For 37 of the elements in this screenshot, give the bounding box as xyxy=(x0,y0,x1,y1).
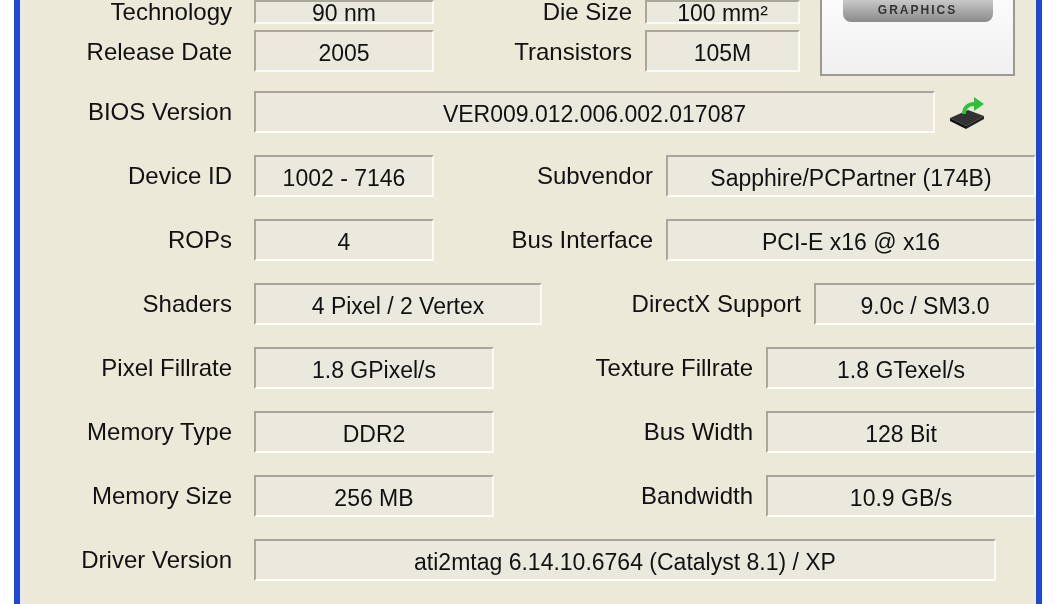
value-field: PCI-E x16 @ x16 xyxy=(666,219,1036,261)
field-label: Bus Interface xyxy=(510,226,654,254)
value-field: 4 xyxy=(254,219,434,261)
field-label: Shaders xyxy=(141,290,232,318)
value-field: VER009.012.006.002.017087 xyxy=(254,91,935,133)
value-field: 9.0c / SM3.0 xyxy=(814,283,1036,325)
value-field: 105M xyxy=(645,30,800,72)
field-label: Texture Fillrate xyxy=(594,354,754,382)
field-label: Bandwidth xyxy=(639,482,754,510)
field-label: DirectX Support xyxy=(630,290,802,318)
value-field: 1.8 GTexel/s xyxy=(766,347,1036,389)
field-label: Device ID xyxy=(126,162,232,190)
field-label: Subvendor xyxy=(535,162,654,190)
field-label: Pixel Fillrate xyxy=(100,354,232,382)
field-label: Release Date xyxy=(85,37,232,67)
field-label: Bus Width xyxy=(642,418,754,446)
field-label: Die Size xyxy=(541,0,633,24)
value-field: 2005 xyxy=(254,30,434,72)
value-field: 256 MB xyxy=(254,475,494,517)
field-label: Memory Size xyxy=(90,482,232,510)
value-field: ati2mtag 6.14.10.6764 (Catalyst 8.1) / XP xyxy=(254,539,996,581)
value-field: 90 nm xyxy=(254,0,434,24)
value-field: 100 mm² xyxy=(645,0,800,24)
logo-badge: GRAPHICS xyxy=(842,0,993,22)
value-field: 128 Bit xyxy=(766,411,1036,453)
value-field: 10.9 GB/s xyxy=(766,475,1036,517)
value-field: DDR2 xyxy=(254,411,494,453)
field-label: Memory Type xyxy=(86,418,232,446)
value-field: 1002 - 7146 xyxy=(254,155,434,197)
field-label: Driver Version xyxy=(80,546,232,574)
value-field: 1.8 GPixel/s xyxy=(254,347,494,389)
field-label: Technology xyxy=(109,0,232,24)
value-field: Sapphire/PCPartner (174B) xyxy=(666,155,1036,197)
value-field: 4 Pixel / 2 Vertex xyxy=(254,283,542,325)
field-label: BIOS Version xyxy=(86,98,232,126)
field-label: Transistors xyxy=(513,37,633,67)
field-label: ROPs xyxy=(167,226,232,254)
